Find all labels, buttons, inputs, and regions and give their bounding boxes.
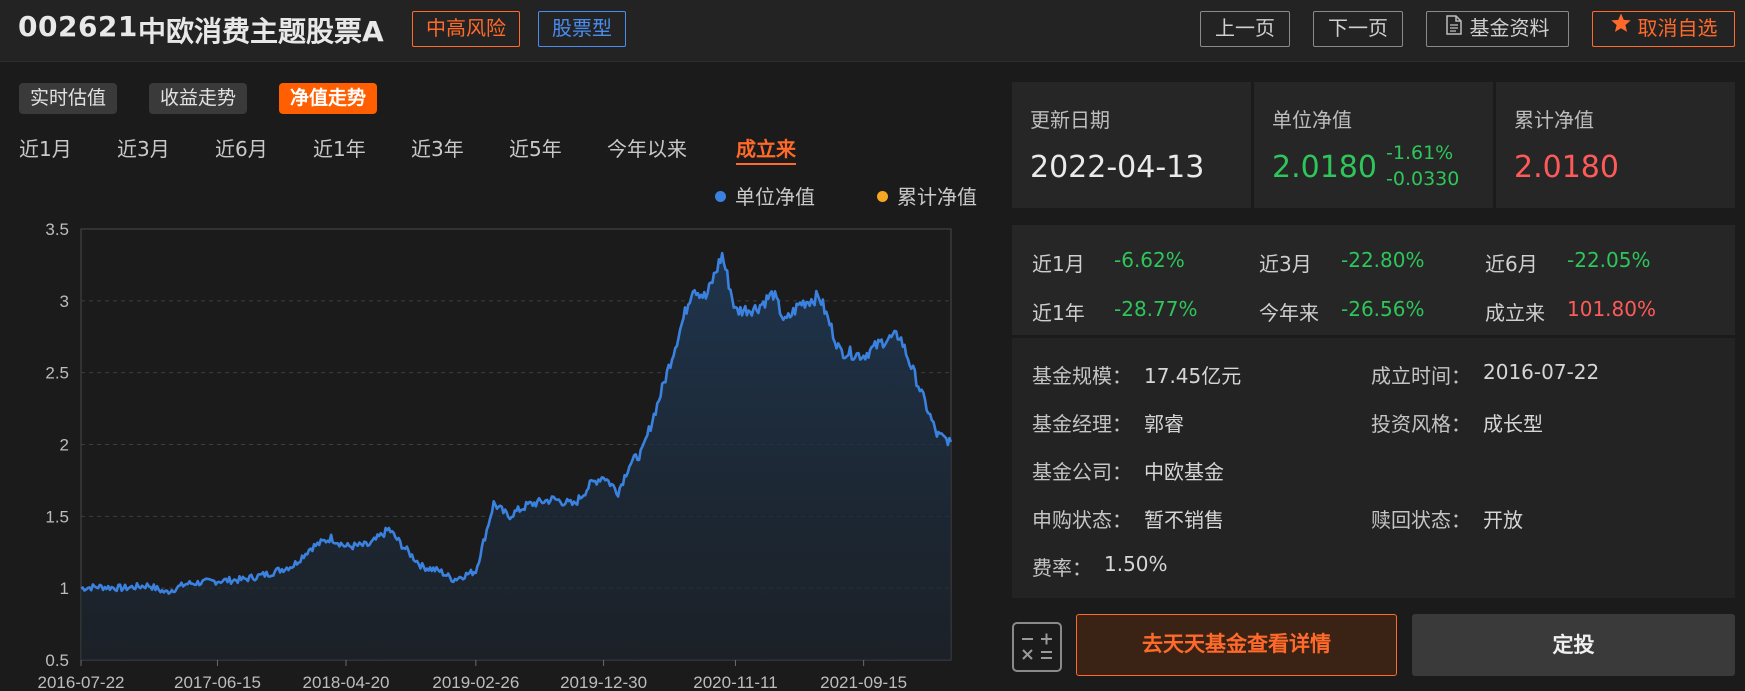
period-tab-1m[interactable]: 近1月: [19, 133, 72, 162]
fund-manager-label: 基金经理：: [1032, 412, 1132, 436]
fund-scale-value: 17.45亿元: [1144, 364, 1242, 388]
return-label-since-inception: 成立来: [1485, 301, 1545, 325]
fund-info-button[interactable]: 基金资料: [1426, 11, 1569, 47]
established-date-label: 成立时间：: [1371, 364, 1471, 388]
tab-nav-trend[interactable]: 净值走势: [279, 83, 378, 114]
update-date-label: 更新日期: [1030, 108, 1110, 132]
fund-detail-panel: 基金规模： 17.45亿元 成立时间： 2016-07-22 基金经理： 郭睿 …: [1012, 338, 1735, 598]
fund-company-value: 中欧基金: [1144, 460, 1224, 484]
return-label-6m: 近6月: [1485, 252, 1538, 276]
x-tick-label: 2021-09-15: [820, 673, 907, 691]
fee-rate-value: 1.50%: [1104, 552, 1168, 576]
unit-nav-label: 单位净值: [1272, 108, 1352, 132]
remove-favorite-label: 取消自选: [1637, 16, 1718, 40]
redeem-status-label: 赎回状态：: [1371, 508, 1471, 532]
y-tick-label: 3.5: [45, 220, 69, 239]
tab-return-trend[interactable]: 收益走势: [149, 83, 248, 114]
period-tab-5y[interactable]: 近5年: [509, 133, 562, 162]
update-date-cell: 更新日期 2022-04-13: [1012, 82, 1251, 208]
view-detail-button[interactable]: 去天天基金查看详情: [1076, 614, 1397, 676]
x-tick-label: 2018-04-20: [303, 673, 390, 691]
period-tab-6m[interactable]: 近6月: [215, 133, 268, 162]
return-label-ytd: 今年来: [1259, 301, 1319, 325]
nav-area-fill: [81, 253, 951, 660]
fund-company-label: 基金公司：: [1032, 460, 1132, 484]
invest-style-label: 投资风格：: [1371, 412, 1471, 436]
period-tab-3m[interactable]: 近3月: [117, 133, 170, 162]
return-label-1m: 近1月: [1032, 252, 1085, 276]
risk-level-badge: 中高风险: [412, 11, 520, 47]
x-tick-label: 2016-07-22: [38, 673, 125, 691]
period-tab-3y[interactable]: 近3年: [411, 133, 464, 162]
calculator-icon: [1022, 633, 1052, 660]
legend-dot-icon: [715, 191, 726, 202]
x-tick-label: 2019-02-26: [432, 673, 519, 691]
fund-scale-label: 基金规模：: [1032, 364, 1132, 388]
remove-favorite-button[interactable]: 取消自选: [1592, 11, 1735, 47]
return-value-since-inception: 101.80%: [1567, 297, 1656, 321]
redeem-status-value: 开放: [1483, 508, 1523, 532]
return-value-6m: -22.05%: [1567, 248, 1651, 272]
return-value-1y: -28.77%: [1114, 297, 1198, 321]
return-value-1m: -6.62%: [1114, 248, 1185, 272]
next-page-label: 下一页: [1328, 16, 1388, 40]
invest-style-value: 成长型: [1483, 412, 1543, 436]
period-tab-since-inception[interactable]: 成立来: [736, 133, 796, 165]
period-tab-1y[interactable]: 近1年: [313, 133, 366, 162]
x-tick-label: 2019-12-30: [560, 673, 647, 691]
document-icon: [1445, 12, 1462, 45]
unit-nav-cell: 单位净值 2.0180 -1.61% -0.0330: [1254, 82, 1493, 208]
next-page-button[interactable]: 下一页: [1313, 11, 1403, 47]
established-date-value: 2016-07-22: [1483, 360, 1600, 384]
x-tick-label: 2020-11-11: [693, 673, 777, 691]
unit-nav-change-abs: -0.0330: [1386, 168, 1460, 190]
purchase-status-label: 申购状态：: [1032, 508, 1132, 532]
legend-dot-icon: [877, 191, 888, 202]
prev-page-label: 上一页: [1215, 16, 1275, 40]
fee-rate-label: 费率：: [1032, 556, 1092, 580]
calculator-button[interactable]: [1012, 622, 1062, 672]
y-tick-label: 3: [60, 292, 69, 311]
return-label-3m: 近3月: [1259, 252, 1312, 276]
fund-info-label: 基金资料: [1469, 16, 1550, 40]
fund-code: 002621: [18, 10, 138, 43]
fund-manager-value: 郭睿: [1144, 412, 1184, 436]
return-label-1y: 近1年: [1032, 301, 1085, 325]
y-tick-label: 1: [60, 579, 69, 598]
returns-panel: 近1月 -6.62% 近3月 -22.80% 近6月 -22.05% 近1年 -…: [1012, 225, 1735, 335]
purchase-status-value: 暂不销售: [1144, 508, 1224, 532]
header-bar: 002621 中欧消费主题股票A 中高风险 股票型 上一页 下一页 基金资料 取…: [0, 0, 1745, 62]
update-date-value: 2022-04-13: [1030, 150, 1205, 185]
y-tick-label: 1.5: [45, 507, 69, 526]
unit-nav-value: 2.0180: [1272, 150, 1377, 185]
prev-page-button[interactable]: 上一页: [1200, 11, 1290, 47]
acc-nav-label: 累计净值: [1514, 108, 1594, 132]
y-tick-label: 2.5: [45, 364, 69, 383]
x-tick-label: 2017-06-15: [174, 673, 261, 691]
period-tab-ytd[interactable]: 今年以来: [607, 133, 687, 162]
tab-realtime-estimate[interactable]: 实时估值: [19, 83, 118, 114]
return-value-ytd: -26.56%: [1341, 297, 1425, 321]
star-icon: [1610, 11, 1632, 44]
nav-trend-chart[interactable]: 0.5 1 1.5 2 2.5 3 3.5 2016-07-22 2017-06-15 2018-…: [0, 205, 990, 691]
acc-nav-cell: 累计净值 2.0180: [1496, 82, 1735, 208]
return-value-3m: -22.80%: [1341, 248, 1425, 272]
fund-name: 中欧消费主题股票A: [138, 15, 384, 48]
fund-type-badge: 股票型: [538, 11, 626, 47]
acc-nav-value: 2.0180: [1514, 150, 1619, 185]
auto-invest-button[interactable]: 定投: [1412, 614, 1735, 676]
y-tick-label: 2: [60, 436, 69, 455]
y-tick-label: 0.5: [45, 651, 69, 670]
unit-nav-change-pct: -1.61%: [1386, 142, 1454, 164]
